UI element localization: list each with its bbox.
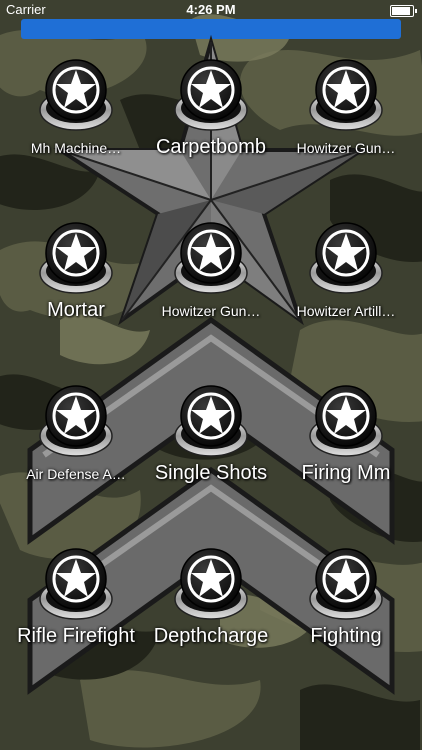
battery-icon — [390, 5, 417, 17]
sound-button-cell[interactable]: Mh Machine… — [6, 50, 146, 170]
sound-button-cell[interactable]: Fighting — [276, 539, 416, 659]
sound-button-cell[interactable]: Firing Mm — [276, 376, 416, 496]
sound-button-label: Firing Mm — [301, 462, 391, 484]
sound-button-cell[interactable]: Air Defense A… — [6, 376, 146, 496]
star-icon — [40, 60, 112, 130]
sound-button-label: Rifle Firefight — [17, 625, 135, 647]
sound-button-label: Howitzer Gun… — [161, 303, 261, 319]
sound-button[interactable] — [308, 547, 384, 623]
star-icon — [175, 549, 247, 619]
sound-button-label: Depthcharge — [153, 625, 269, 647]
sound-button[interactable] — [38, 221, 114, 297]
star-icon — [310, 223, 382, 293]
sound-button[interactable] — [173, 58, 249, 134]
sound-button-cell[interactable]: Howitzer Gun… — [141, 213, 281, 333]
sound-button-label: Howitzer Gun… — [296, 140, 396, 156]
clock: 4:26 PM — [186, 2, 236, 17]
sound-button-label: Mortar — [47, 299, 105, 321]
star-icon — [310, 549, 382, 619]
star-icon — [175, 60, 247, 130]
sound-button[interactable] — [173, 221, 249, 297]
sound-button-label: Air Defense A… — [26, 466, 126, 482]
sound-button-cell[interactable]: Rifle Firefight — [6, 539, 146, 659]
sound-button-cell[interactable]: Howitzer Gun… — [276, 50, 416, 170]
star-icon — [310, 386, 382, 456]
sound-button-cell[interactable]: Depthcharge — [141, 539, 281, 659]
sound-button-cell[interactable]: Howitzer Artill… — [276, 213, 416, 333]
star-icon — [40, 386, 112, 456]
sound-button[interactable] — [38, 384, 114, 460]
star-icon — [310, 60, 382, 130]
sound-button[interactable] — [308, 221, 384, 297]
sound-button[interactable] — [38, 547, 114, 623]
sound-button[interactable] — [308, 58, 384, 134]
sound-button[interactable] — [38, 58, 114, 134]
status-bar: Carrier 4:26 PM — [0, 0, 422, 20]
star-icon — [40, 223, 112, 293]
sound-button-cell[interactable]: Mortar — [6, 213, 146, 333]
sound-button-label: Howitzer Artill… — [296, 303, 396, 319]
star-icon — [175, 223, 247, 293]
sound-button-label: Carpetbomb — [155, 136, 267, 158]
star-icon — [40, 549, 112, 619]
sound-button[interactable] — [173, 384, 249, 460]
sound-button-cell[interactable]: Carpetbomb — [141, 50, 281, 170]
star-icon — [175, 386, 247, 456]
sound-button[interactable] — [308, 384, 384, 460]
sound-button-label: Mh Machine… — [30, 140, 122, 156]
sound-button-label: Single Shots — [154, 462, 268, 484]
top-banner-bar — [21, 19, 401, 39]
sound-button[interactable] — [173, 547, 249, 623]
sound-button-label: Fighting — [310, 625, 382, 647]
sound-button-cell[interactable]: Single Shots — [141, 376, 281, 496]
